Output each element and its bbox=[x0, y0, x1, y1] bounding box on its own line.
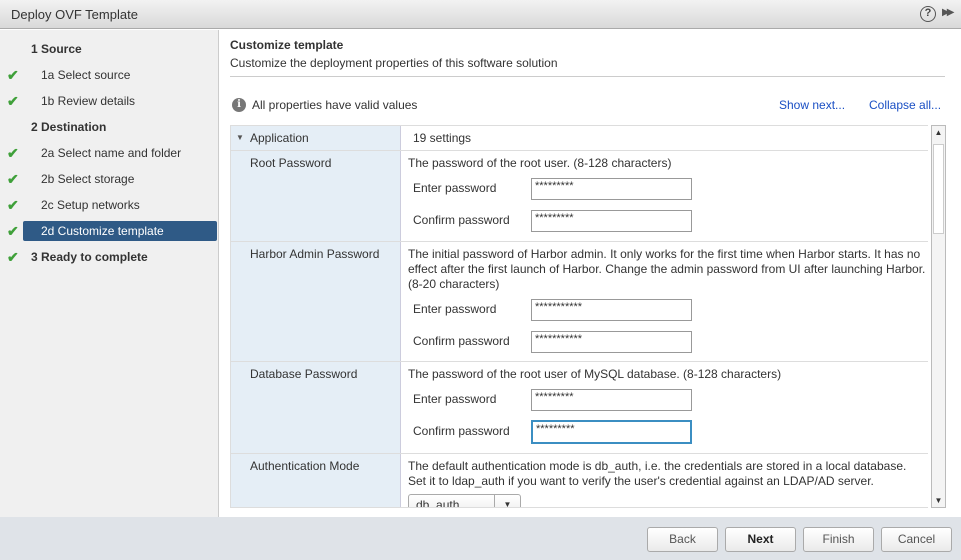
group-row-application[interactable]: ▼ Application 19 settings bbox=[231, 126, 928, 151]
footer: Back Next Finish Cancel bbox=[0, 517, 961, 560]
wizard-step[interactable]: ✔ 3 Ready to complete bbox=[0, 247, 219, 267]
checkmark-icon: ✔ bbox=[7, 223, 19, 239]
property-name: Database Password bbox=[250, 367, 358, 381]
enter-password-label: Enter password bbox=[413, 392, 497, 406]
property-database-password: Database Password The password of the ro… bbox=[231, 362, 928, 454]
step-label: 1 Source bbox=[31, 42, 82, 56]
harbor-password-input[interactable]: *********** bbox=[531, 299, 692, 321]
step-label: 1b Review details bbox=[41, 94, 136, 108]
property-name: Root Password bbox=[250, 156, 332, 170]
desc-line: (8-20 characters) bbox=[408, 277, 500, 291]
checkmark-icon: ✔ bbox=[7, 67, 19, 83]
enter-password-label: Enter password bbox=[413, 181, 497, 195]
property-description: The initial password of Harbor admin. It… bbox=[408, 247, 925, 292]
step-label: 3 Ready to complete bbox=[31, 250, 148, 264]
page-title: Customize template bbox=[230, 38, 344, 52]
title-bar: Deploy OVF Template ? ▶▶ bbox=[0, 0, 961, 29]
checkmark-icon: ✔ bbox=[7, 249, 19, 265]
scrollbar-thumb[interactable] bbox=[933, 144, 944, 234]
selected-value: db_auth bbox=[416, 498, 460, 508]
collapse-triangle-icon[interactable]: ▼ bbox=[236, 133, 244, 142]
enter-password-label: Enter password bbox=[413, 302, 497, 316]
divider bbox=[230, 76, 945, 77]
step-label: 2 Destination bbox=[31, 120, 107, 134]
property-harbor-admin-password: Harbor Admin Password The initial passwo… bbox=[231, 242, 928, 362]
help-icon[interactable]: ? bbox=[920, 6, 936, 22]
dropdown-arrow-icon[interactable]: ▼ bbox=[494, 495, 520, 507]
property-description: The default authentication mode is db_au… bbox=[408, 459, 906, 489]
finish-button[interactable]: Finish bbox=[803, 527, 874, 552]
confirm-password-label: Confirm password bbox=[413, 334, 510, 348]
step-label: 2b Select storage bbox=[41, 172, 135, 186]
property-name: Authentication Mode bbox=[250, 459, 360, 473]
wizard-step[interactable]: ✔ 1a Select source bbox=[0, 65, 219, 85]
wizard-step[interactable]: 2 Destination bbox=[0, 117, 219, 137]
checkmark-icon: ✔ bbox=[7, 197, 19, 213]
auth-mode-select[interactable]: db_auth ▼ bbox=[408, 494, 521, 508]
vertical-scrollbar[interactable]: ▲ ▼ bbox=[931, 125, 946, 508]
root-password-input[interactable]: ********* bbox=[531, 178, 692, 200]
checkmark-icon: ✔ bbox=[7, 171, 19, 187]
step-label: 1a Select source bbox=[41, 68, 131, 82]
cancel-button[interactable]: Cancel bbox=[881, 527, 952, 552]
property-name: Harbor Admin Password bbox=[250, 247, 380, 261]
checkmark-icon: ✔ bbox=[7, 93, 19, 109]
collapse-all-link[interactable]: Collapse all... bbox=[869, 98, 941, 112]
db-password-confirm-input[interactable]: ********* bbox=[531, 420, 692, 444]
step-label: 2a Select name and folder bbox=[41, 146, 182, 160]
step-label: 2d Customize template bbox=[23, 221, 217, 241]
show-next-link[interactable]: Show next... bbox=[779, 98, 845, 112]
scroll-down-icon[interactable]: ▼ bbox=[932, 496, 945, 505]
wizard-step[interactable]: ✔ 2b Select storage bbox=[0, 169, 219, 189]
wizard-step[interactable]: 1 Source bbox=[0, 39, 219, 59]
db-password-input[interactable]: ********* bbox=[531, 389, 692, 411]
wizard-step[interactable]: ✔ 2a Select name and folder bbox=[0, 143, 219, 163]
root-password-confirm-input[interactable]: ********* bbox=[531, 210, 692, 232]
desc-line: Set it to ldap_auth if you want to verif… bbox=[408, 474, 874, 488]
property-description: The password of the root user. (8-128 ch… bbox=[408, 156, 672, 170]
confirm-password-label: Confirm password bbox=[413, 213, 510, 227]
desc-line: The default authentication mode is db_au… bbox=[408, 459, 907, 473]
next-button[interactable]: Next bbox=[725, 527, 796, 552]
info-icon: i bbox=[232, 98, 246, 112]
checkmark-icon: ✔ bbox=[7, 145, 19, 161]
wizard-step[interactable]: ✔ 1b Review details bbox=[0, 91, 219, 111]
confirm-password-label: Confirm password bbox=[413, 424, 510, 438]
back-button[interactable]: Back bbox=[647, 527, 718, 552]
desc-line: The initial password of Harbor admin. It… bbox=[408, 247, 921, 261]
wizard-steps: 1 Source ✔ 1a Select source ✔ 1b Review deta… bbox=[0, 30, 219, 517]
property-authentication-mode: Authentication Mode The default authenti… bbox=[231, 454, 928, 508]
settings-count: 19 settings bbox=[413, 131, 472, 145]
validation-status: All properties have valid values bbox=[252, 98, 418, 112]
property-root-password: Root Password The password of the root u… bbox=[231, 151, 928, 242]
property-description: The password of the root user of MySQL d… bbox=[408, 367, 782, 381]
properties-grid: ▼ Application 19 settings Root Password … bbox=[230, 125, 928, 508]
wizard-step[interactable]: ✔ 2c Setup networks bbox=[0, 195, 219, 215]
group-name: Application bbox=[250, 131, 309, 145]
harbor-password-confirm-input[interactable]: *********** bbox=[531, 331, 692, 353]
step-label: 2c Setup networks bbox=[41, 198, 140, 212]
window-title: Deploy OVF Template bbox=[11, 7, 138, 22]
wizard-step[interactable]: ✔ 2d Customize template bbox=[0, 221, 219, 241]
scroll-up-icon[interactable]: ▲ bbox=[932, 128, 945, 137]
desc-line: effect after the first launch of Harbor.… bbox=[408, 262, 926, 276]
page-subtitle: Customize the deployment properties of t… bbox=[230, 56, 558, 70]
expand-icon[interactable]: ▶▶ bbox=[942, 7, 955, 18]
